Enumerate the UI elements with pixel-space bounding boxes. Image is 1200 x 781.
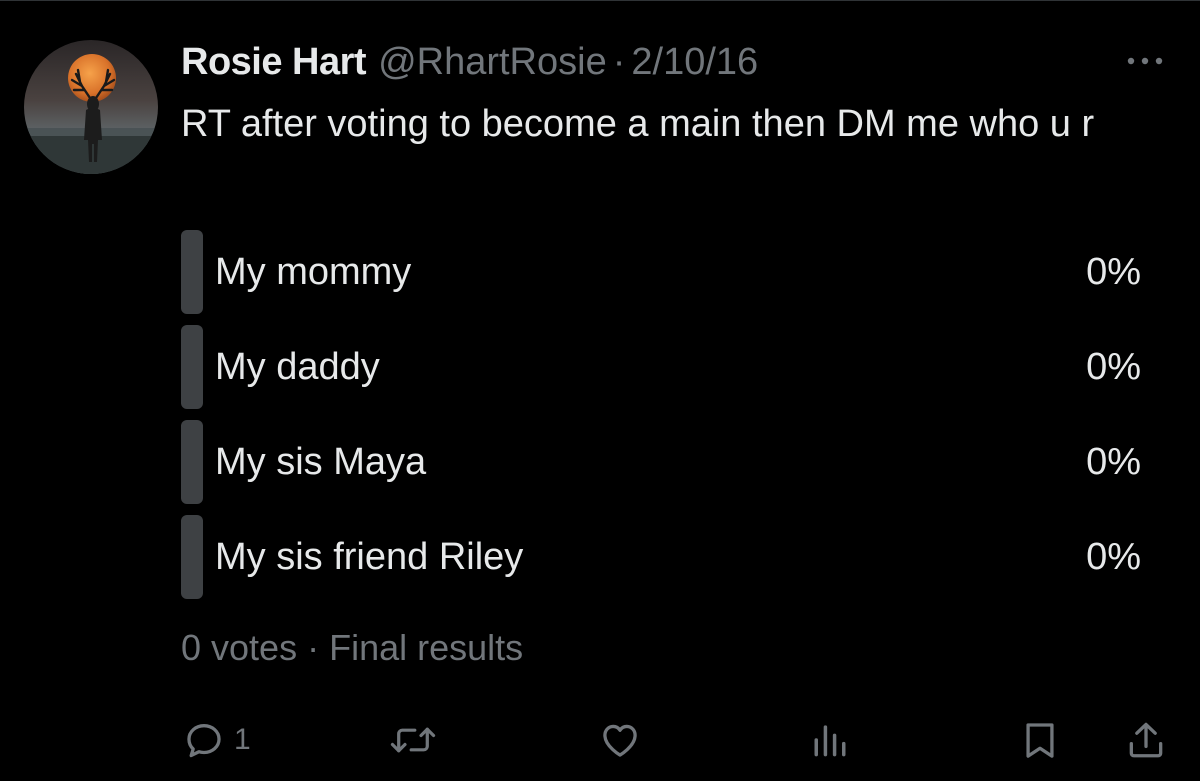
avatar[interactable]	[24, 40, 158, 174]
poll-option-label: My sis Maya	[215, 441, 427, 483]
poll-option-label: My sis friend Riley	[215, 536, 524, 578]
poll-option-bar	[181, 420, 203, 504]
reply-button[interactable]: 1	[182, 712, 251, 768]
poll-option: My mommy 0%	[181, 230, 1141, 314]
poll-option-bar	[181, 230, 203, 314]
retweet-icon	[390, 727, 436, 753]
views-icon	[814, 725, 846, 757]
tweet-header: Rosie Hart @RhartRosie · 2/10/16	[181, 38, 758, 86]
reply-count: 1	[234, 723, 251, 756]
poll-option-percent: 0%	[1086, 536, 1141, 578]
like-icon	[603, 724, 637, 757]
poll-option-bar	[181, 325, 203, 409]
poll-summary: 0 votes · Final results	[181, 624, 523, 672]
views-button[interactable]	[808, 712, 852, 768]
author-name[interactable]: Rosie Hart	[181, 38, 367, 86]
action-bar: 1	[0, 712, 1200, 768]
more-icon	[1127, 57, 1163, 65]
tweet-date[interactable]: 2/10/16	[631, 38, 758, 86]
poll-option: My daddy 0%	[181, 325, 1141, 409]
poll-option: My sis friend Riley 0%	[181, 515, 1141, 599]
poll-status: Final results	[329, 627, 524, 668]
poll-option: My sis Maya 0%	[181, 420, 1141, 504]
more-options-button[interactable]	[1120, 46, 1170, 76]
tweet-text: RT after voting to become a main then DM…	[181, 103, 1095, 145]
top-divider	[0, 0, 1200, 1]
poll: My mommy 0% My daddy 0% My sis Maya 0% M…	[181, 230, 1141, 610]
poll-vote-count: 0 votes	[181, 627, 298, 668]
poll-option-label: My daddy	[215, 346, 380, 388]
poll-option-percent: 0%	[1086, 441, 1141, 483]
author-handle[interactable]: @RhartRosie	[378, 38, 607, 86]
poll-option-percent: 0%	[1086, 346, 1141, 388]
bookmark-button[interactable]	[1018, 712, 1062, 768]
header-separator: ·	[612, 41, 626, 83]
share-icon	[1129, 722, 1163, 758]
bookmark-icon	[1026, 723, 1054, 758]
avatar-image	[24, 40, 158, 174]
retweet-button[interactable]	[388, 712, 438, 768]
poll-option-label: My mommy	[215, 251, 412, 293]
poll-option-percent: 0%	[1086, 251, 1141, 293]
poll-summary-separator: ·	[307, 627, 320, 668]
like-button[interactable]	[598, 712, 642, 768]
reply-icon	[187, 724, 221, 758]
poll-option-bar	[181, 515, 203, 599]
share-button[interactable]	[1124, 712, 1168, 768]
